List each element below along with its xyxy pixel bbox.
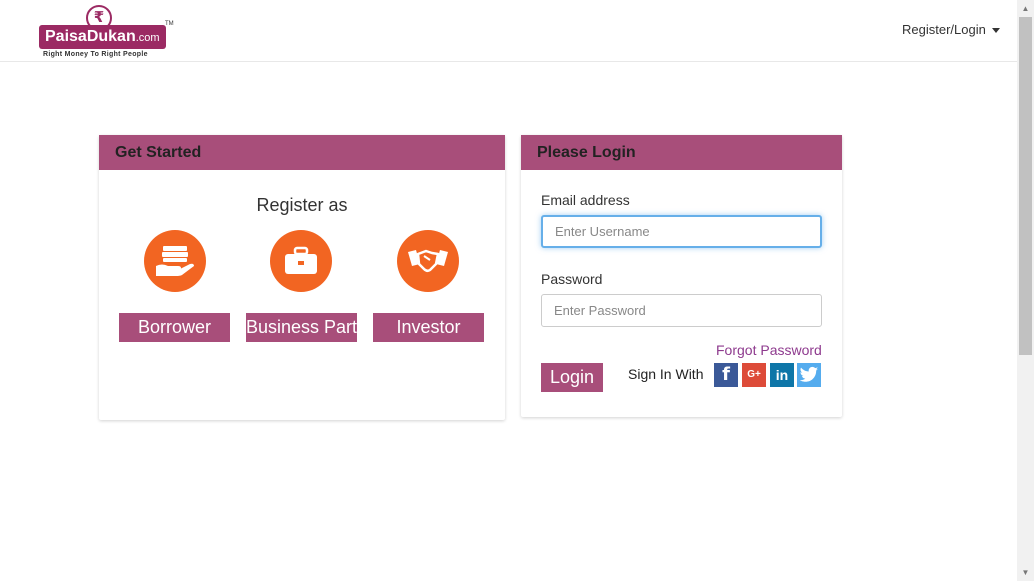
login-panel: Please Login Email address Password Forg… [521,135,842,417]
paisadukan-logo[interactable]: ₹ PaisaDukan.com TM Right Money To Right… [37,5,177,61]
get-started-title: Get Started [99,135,505,170]
investor-button[interactable]: Investor [373,313,484,342]
scroll-up-arrow-icon[interactable]: ▲ [1017,0,1034,17]
login-button[interactable]: Login [541,363,603,392]
logo-tagline: Right Money To Right People [43,51,148,58]
page-scrollbar[interactable]: ▲ ▼ [1017,0,1034,581]
borrower-button[interactable]: Borrower [119,313,230,342]
money-in-hand-icon[interactable] [144,230,206,292]
handshake-icon[interactable] [397,230,459,292]
facebook-icon[interactable]: f [714,363,738,387]
password-field[interactable] [541,294,822,327]
top-navbar: ₹ PaisaDukan.com TM Right Money To Right… [0,0,1017,62]
caret-down-icon [991,28,1000,34]
logo-brand-suffix: .com [135,32,160,44]
logo-wordmark: PaisaDukan.com [39,25,166,49]
password-label: Password [541,271,603,287]
google-plus-icon[interactable]: G+ [742,363,766,387]
email-field[interactable] [541,215,822,248]
business-partner-button[interactable]: Business Partner [246,313,357,342]
register-login-label: Register/Login [902,22,986,37]
scroll-thumb[interactable] [1019,17,1032,355]
trademark-mark: TM [165,21,174,27]
twitter-icon[interactable] [797,363,821,387]
register-login-dropdown[interactable]: Register/Login [902,22,1000,37]
register-as-heading: Register as [256,195,348,215]
logo-brand-name: PaisaDukan [45,28,136,45]
briefcase-icon[interactable] [270,230,332,292]
scroll-down-arrow-icon[interactable]: ▼ [1017,564,1034,581]
sign-in-with-label: Sign In With [628,366,704,382]
linkedin-icon[interactable]: in [770,363,794,387]
forgot-password-link[interactable]: Forgot Password [716,342,822,358]
login-panel-title: Please Login [521,135,842,170]
email-label: Email address [541,192,630,208]
get-started-panel: Get Started Register as Borrower Busines… [99,135,505,420]
